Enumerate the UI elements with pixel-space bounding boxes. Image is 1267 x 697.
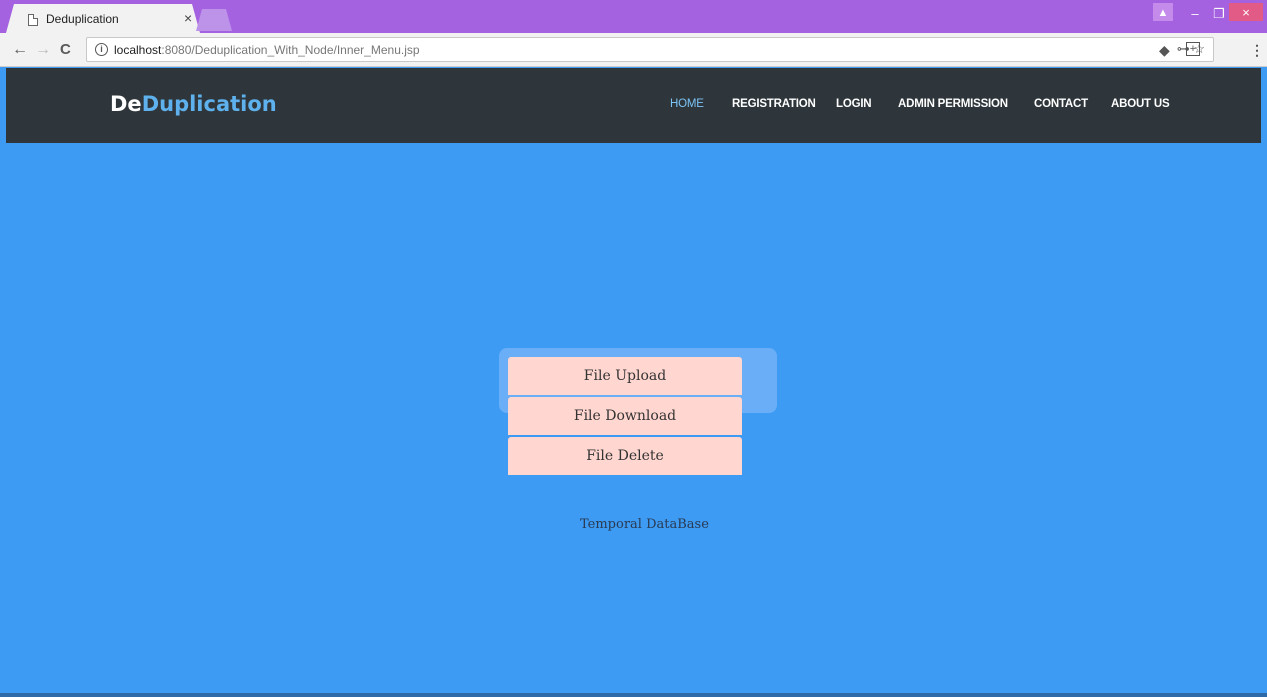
new-tab-button[interactable]	[196, 9, 232, 31]
browser-menu-icon[interactable]: ⋮	[1250, 42, 1264, 58]
file-delete-button[interactable]: File Delete	[508, 437, 742, 475]
nav-about-us[interactable]: ABOUT US	[1111, 98, 1170, 110]
browser-tab[interactable]: Deduplication ×	[6, 4, 200, 33]
tab-title: Deduplication	[46, 12, 119, 26]
logo-part-1: De	[110, 92, 142, 116]
user-profile-icon[interactable]: ▲	[1153, 3, 1173, 21]
url-host: localhost	[114, 43, 162, 57]
browser-titlebar: Deduplication × ▲ – ❐ ×	[0, 0, 1267, 33]
restore-icon[interactable]: ❐	[1207, 4, 1231, 24]
url-text[interactable]: localhost:8080/Deduplication_With_Node/I…	[114, 43, 420, 57]
address-bar[interactable]: i localhost:8080/Deduplication_With_Node…	[86, 37, 1214, 62]
site-navbar: DeDuplication HOME REGISTRATION LOGIN AD…	[6, 68, 1261, 143]
browser-toolbar: ← → C i localhost:8080/Deduplication_Wit…	[0, 33, 1267, 67]
window-close-icon[interactable]: ×	[1229, 3, 1263, 21]
temporal-database-link[interactable]: Temporal DataBase	[580, 517, 709, 532]
url-path: :8080/Deduplication_With_Node/Inner_Menu…	[161, 43, 420, 57]
nav-admin-permission[interactable]: ADMIN PERMISSION	[898, 98, 1008, 110]
forward-arrow-icon[interactable]: →	[35, 40, 51, 60]
nav-login[interactable]: LOGIN	[836, 98, 872, 110]
file-download-button[interactable]: File Download	[508, 397, 742, 435]
minimize-icon[interactable]: –	[1183, 4, 1207, 24]
nav-contact[interactable]: CONTACT	[1034, 98, 1088, 110]
page-icon	[28, 14, 38, 26]
nav-registration[interactable]: REGISTRATION	[732, 98, 816, 110]
plus-icon[interactable]: +	[1186, 42, 1200, 56]
eraser-icon[interactable]: ◆	[1159, 42, 1170, 58]
close-tab-icon[interactable]: ×	[184, 10, 192, 26]
window-bottom-edge	[0, 693, 1267, 697]
logo-part-2: Duplication	[141, 92, 277, 116]
nav-home[interactable]: HOME	[670, 98, 704, 110]
file-upload-button[interactable]: File Upload	[508, 357, 742, 395]
reload-icon[interactable]: C	[60, 40, 71, 60]
info-icon[interactable]: i	[95, 43, 108, 56]
main-content: File Upload File Download File Delete Te…	[6, 143, 1261, 693]
back-arrow-icon[interactable]: ←	[12, 40, 28, 60]
site-logo[interactable]: DeDuplication	[110, 92, 277, 116]
